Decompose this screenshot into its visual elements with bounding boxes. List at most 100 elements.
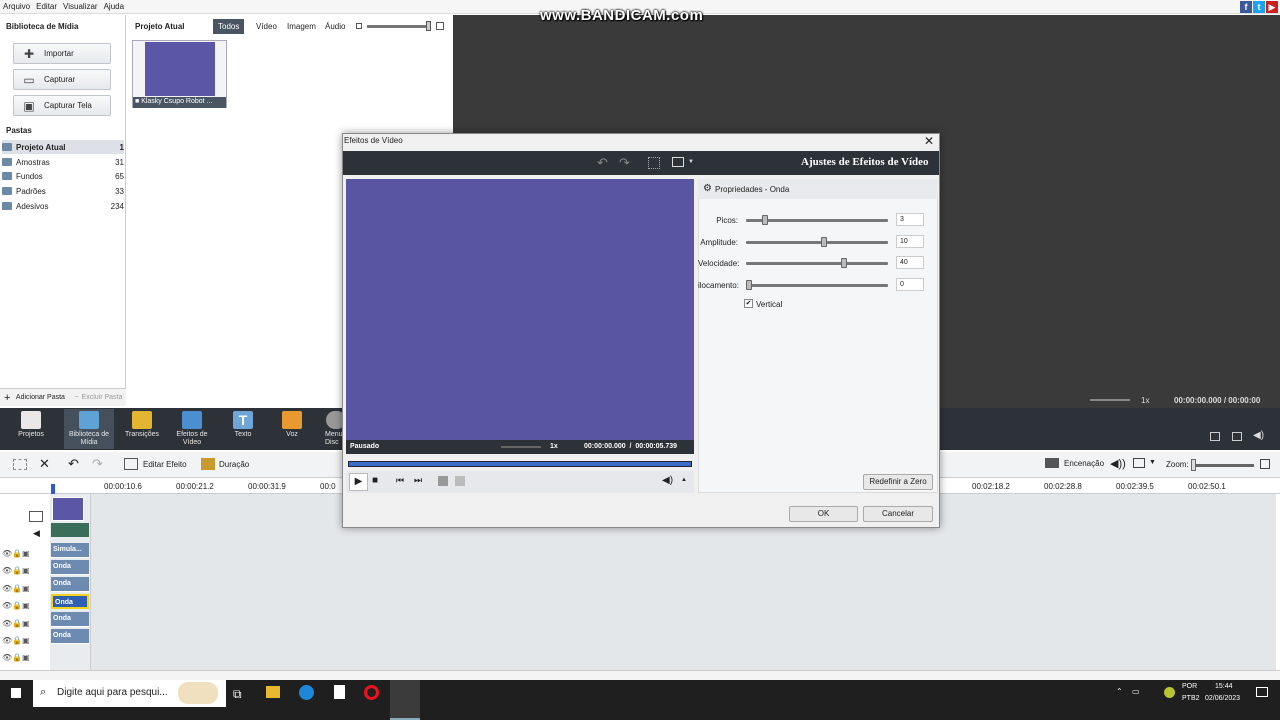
redo-icon[interactable]: ↷ xyxy=(92,456,103,472)
twitter-icon[interactable]: t xyxy=(1253,1,1265,13)
edge-icon[interactable] xyxy=(299,685,314,700)
display-icon[interactable] xyxy=(1133,458,1145,468)
capture-button[interactable]: ▭ Capturar xyxy=(13,69,111,90)
toolbar-media-library[interactable]: Biblioteca de Mídia xyxy=(64,409,114,449)
clock-date[interactable]: 02/06/2023 xyxy=(1205,695,1240,702)
reset-button[interactable]: Redefinir a Zero xyxy=(863,474,933,490)
select-icon[interactable] xyxy=(13,459,27,470)
video-clip[interactable] xyxy=(52,497,84,521)
fit-icon[interactable] xyxy=(1260,459,1270,469)
grid-icon[interactable] xyxy=(648,157,660,169)
chevron-up-icon[interactable]: ▲ xyxy=(681,477,687,483)
effect-clip[interactable]: Onda xyxy=(51,560,89,575)
param-slider[interactable] xyxy=(746,215,888,225)
folder-item[interactable]: Adesivos 234 xyxy=(2,199,124,213)
network-icon[interactable]: ▭ xyxy=(1132,687,1140,696)
chevron-down-icon[interactable]: ▼ xyxy=(688,159,694,165)
track-controls[interactable]: 👁🔒▣ 👁🔒▣ 👁🔒▣ 👁🔒▣ 👁🔒▣ 👁🔒▣ 👁🔒▣ xyxy=(2,545,30,667)
chevron-up-icon[interactable]: ⌃ xyxy=(1116,687,1123,696)
display-icon[interactable] xyxy=(672,157,684,167)
effect-clip[interactable]: Simula... xyxy=(51,543,89,558)
effect-clip[interactable]: Onda xyxy=(51,612,89,627)
toolbar-video-effects[interactable]: Efeitos de Vídeo xyxy=(167,409,217,449)
slider-thumb[interactable] xyxy=(426,21,431,31)
param-slider-thumb[interactable] xyxy=(746,280,752,290)
zoom-slider[interactable] xyxy=(1192,464,1254,467)
facebook-icon[interactable]: f xyxy=(1240,1,1252,13)
param-slider-thumb[interactable] xyxy=(841,258,847,268)
timeline-scrollbar[interactable] xyxy=(0,670,1280,680)
windows-start-icon[interactable] xyxy=(10,687,22,699)
language-indicator[interactable]: POR xyxy=(1182,683,1197,690)
param-value-field[interactable]: 40 xyxy=(896,256,924,269)
redo-icon[interactable]: ↷ xyxy=(619,155,630,171)
menu-ajuda[interactable]: Ajuda xyxy=(101,0,127,11)
effect-clip[interactable]: Onda xyxy=(51,577,89,592)
effect-clip[interactable]: Onda xyxy=(51,629,89,644)
volume-icon[interactable]: ◀) xyxy=(1253,430,1264,441)
param-slider-thumb[interactable] xyxy=(762,215,768,225)
fullscreen-icon[interactable] xyxy=(1210,432,1220,441)
bandicam-icon[interactable] xyxy=(364,685,379,700)
toolbar-projects[interactable]: Projetos xyxy=(6,409,56,449)
previous-icon[interactable]: ⏮ xyxy=(396,475,404,486)
cancel-button[interactable]: Cancelar xyxy=(863,506,933,522)
file-explorer-icon[interactable] xyxy=(266,686,280,698)
snapshot-icon[interactable] xyxy=(1232,432,1242,441)
effect-clip-selected[interactable]: Onda xyxy=(51,594,89,609)
chevron-down-icon[interactable]: ▼ xyxy=(1149,459,1156,466)
folder-item[interactable]: Projeto Atual 1 xyxy=(2,140,124,154)
import-button[interactable]: ✚ Importar xyxy=(13,43,111,64)
progress-bar[interactable] xyxy=(348,461,692,467)
notification-icon[interactable] xyxy=(1256,687,1268,697)
youtube-icon[interactable]: ▶ xyxy=(1266,1,1278,13)
taskbar-search[interactable]: ⌕ Digite aqui para pesqui... xyxy=(33,680,226,707)
tray-app-icon[interactable] xyxy=(1164,687,1175,698)
video-editor-taskbar-icon[interactable] xyxy=(390,680,420,720)
undo-icon[interactable]: ↶ xyxy=(597,155,608,171)
thumbnail-size-slider[interactable] xyxy=(356,21,446,31)
speed-slider[interactable] xyxy=(501,446,541,448)
toolbar-transitions[interactable]: Transições xyxy=(117,409,167,449)
tab-video[interactable]: Vídeo xyxy=(251,19,282,34)
param-value-field[interactable]: 10 xyxy=(896,235,924,248)
playhead[interactable] xyxy=(51,484,55,494)
zoom-slider-thumb[interactable] xyxy=(1191,459,1196,471)
toolbar-text[interactable]: T Texto xyxy=(218,409,268,449)
keyboard-layout[interactable]: PTB2 xyxy=(1182,695,1200,702)
audio-clip[interactable] xyxy=(51,523,89,537)
tab-imagem[interactable]: Imagem xyxy=(282,19,321,34)
toolbar-voice[interactable]: Voz xyxy=(267,409,317,449)
param-slider-thumb[interactable] xyxy=(821,237,827,247)
delete-folder-button[interactable]: Excluir Pasta xyxy=(82,394,123,401)
folder-item[interactable]: Padrões 33 xyxy=(2,184,124,198)
notepad-icon[interactable] xyxy=(334,685,345,699)
vertical-checkbox[interactable]: ✔ xyxy=(744,299,753,308)
delete-icon[interactable]: ✕ xyxy=(39,456,50,472)
duration-button[interactable]: Duração xyxy=(201,458,249,470)
folder-item[interactable]: Amostras 31 xyxy=(2,155,124,169)
task-view-icon[interactable]: ⧉ xyxy=(233,687,242,702)
param-slider[interactable] xyxy=(746,258,888,268)
mark-in-icon[interactable] xyxy=(438,476,448,486)
stop-icon[interactable]: ■ xyxy=(372,475,378,486)
param-slider[interactable] xyxy=(746,280,888,290)
ok-button[interactable]: OK xyxy=(789,506,858,522)
menu-visualizar[interactable]: Visualizar xyxy=(60,0,101,11)
add-folder-button[interactable]: Adicionar Pasta xyxy=(14,394,66,402)
param-value-field[interactable]: 0 xyxy=(896,278,924,291)
clock-time[interactable]: 15:44 xyxy=(1215,683,1233,690)
folder-item[interactable]: Fundos 65 xyxy=(2,169,124,183)
param-slider[interactable] xyxy=(746,237,888,247)
menu-editar[interactable]: Editar xyxy=(33,0,60,11)
tab-audio[interactable]: Áudio xyxy=(320,19,350,34)
next-icon[interactable]: ⏭ xyxy=(414,475,422,486)
menu-arquivo[interactable]: Arquivo xyxy=(0,0,33,11)
param-value-field[interactable]: 3 xyxy=(896,213,924,226)
undo-icon[interactable]: ↶ xyxy=(68,456,79,472)
volume-icon[interactable]: ◀) xyxy=(662,475,673,486)
edit-effect-button[interactable]: Editar Efeito xyxy=(124,458,187,470)
speed-slider[interactable] xyxy=(1090,399,1130,401)
capture-screen-button[interactable]: ▣ Capturar Tela xyxy=(13,95,111,116)
mark-out-icon[interactable] xyxy=(455,476,465,486)
